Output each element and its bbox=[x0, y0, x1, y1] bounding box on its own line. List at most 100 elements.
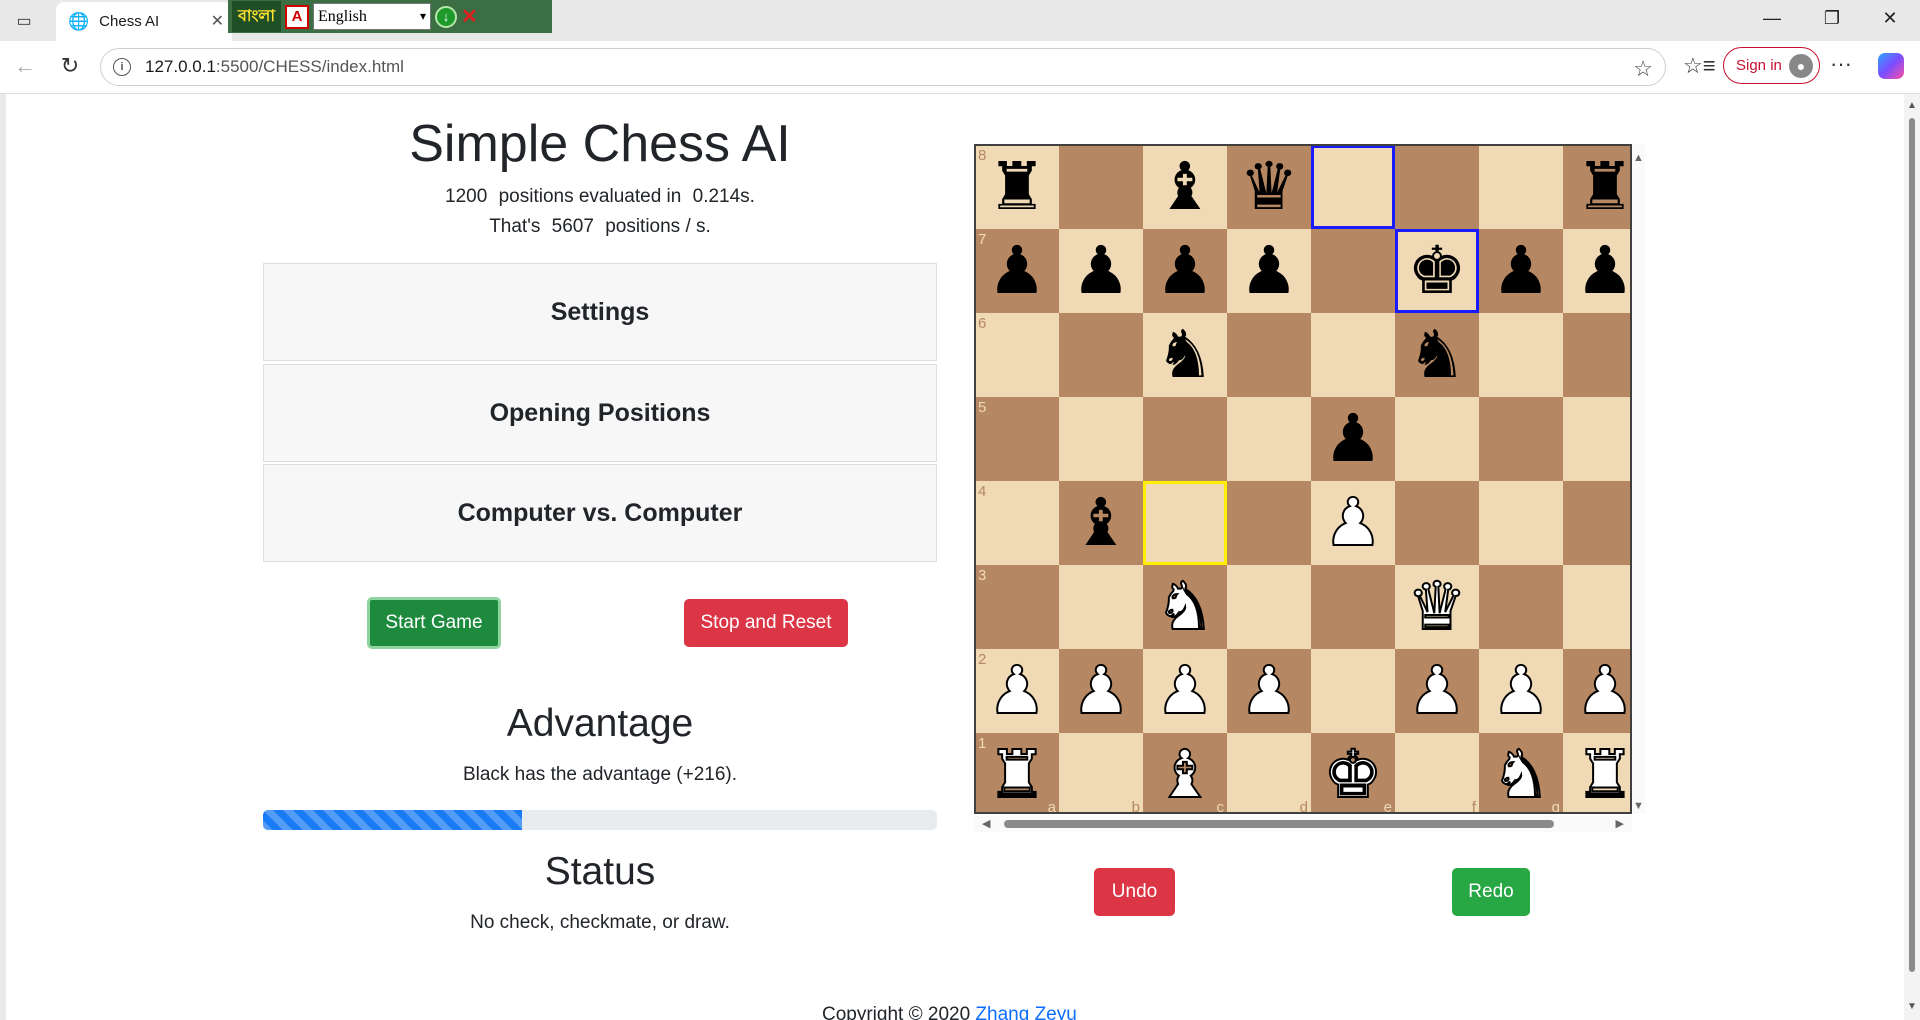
white-knight-piece[interactable]: ♞ bbox=[1479, 733, 1563, 812]
white-pawn-piece[interactable]: ♟ bbox=[1143, 649, 1227, 733]
opening-positions-accordion[interactable]: Opening Positions bbox=[263, 364, 937, 462]
page-scroll-thumb[interactable] bbox=[1909, 118, 1915, 972]
square-h6[interactable] bbox=[1563, 313, 1630, 397]
square-d4[interactable] bbox=[1227, 481, 1311, 565]
square-f7[interactable]: ♚ bbox=[1395, 229, 1479, 313]
undo-button[interactable]: Undo bbox=[1094, 868, 1175, 916]
white-pawn-piece[interactable]: ♟ bbox=[1395, 649, 1479, 733]
white-pawn-piece[interactable]: ♟ bbox=[1227, 649, 1311, 733]
square-c6[interactable]: ♞ bbox=[1143, 313, 1227, 397]
scroll-right-icon[interactable]: ▶ bbox=[1616, 817, 1624, 830]
square-c5[interactable] bbox=[1143, 397, 1227, 481]
square-b3[interactable] bbox=[1059, 565, 1143, 649]
board-horizontal-scrollbar[interactable]: ◀ ▶ bbox=[974, 816, 1632, 832]
back-icon[interactable]: ← bbox=[10, 53, 40, 79]
square-e2[interactable] bbox=[1311, 649, 1395, 733]
square-f1[interactable]: f bbox=[1395, 733, 1479, 812]
square-c8[interactable]: ♝ bbox=[1143, 146, 1227, 229]
download-icon[interactable]: ↓ bbox=[435, 5, 457, 28]
square-e3[interactable] bbox=[1311, 565, 1395, 649]
white-knight-piece[interactable]: ♞ bbox=[1143, 565, 1227, 649]
black-pawn-piece[interactable]: ♟ bbox=[1311, 397, 1395, 481]
close-tab-icon[interactable]: ✕ bbox=[211, 11, 224, 31]
scroll-up-icon[interactable]: ▲ bbox=[1633, 152, 1644, 164]
white-pawn-piece[interactable]: ♟ bbox=[976, 649, 1059, 733]
ime-bangla-logo[interactable]: বাংলা bbox=[232, 1, 281, 32]
square-g3[interactable] bbox=[1479, 565, 1563, 649]
black-bishop-piece[interactable]: ♝ bbox=[1143, 146, 1227, 229]
tab-actions-icon[interactable]: ▭ bbox=[12, 10, 36, 32]
square-a8[interactable]: 8 ♜ bbox=[976, 146, 1059, 229]
square-a2[interactable]: 2 ♟ bbox=[976, 649, 1059, 733]
black-pawn-piece[interactable]: ♟ bbox=[976, 229, 1059, 313]
black-pawn-piece[interactable]: ♟ bbox=[1059, 229, 1143, 313]
favorites-icon[interactable]: ☆≡ bbox=[1683, 53, 1716, 79]
square-e5[interactable]: ♟ bbox=[1311, 397, 1395, 481]
square-h4[interactable] bbox=[1563, 481, 1630, 565]
square-g1[interactable]: g ♞ bbox=[1479, 733, 1563, 812]
square-d5[interactable] bbox=[1227, 397, 1311, 481]
page-scrollbar[interactable]: ▲ ▼ bbox=[1904, 94, 1920, 1020]
square-g6[interactable] bbox=[1479, 313, 1563, 397]
square-f6[interactable]: ♞ bbox=[1395, 313, 1479, 397]
black-pawn-piece[interactable]: ♟ bbox=[1563, 229, 1630, 313]
square-g7[interactable]: ♟ bbox=[1479, 229, 1563, 313]
redo-button[interactable]: Redo bbox=[1452, 868, 1530, 916]
board-vertical-scrollbar[interactable]: ▲ ▼ bbox=[1632, 144, 1645, 814]
reload-icon[interactable]: ↻ bbox=[55, 53, 85, 79]
white-rook-piece[interactable]: ♜ bbox=[1563, 733, 1630, 812]
black-king-piece[interactable]: ♚ bbox=[1395, 229, 1479, 313]
board-scroll-thumb[interactable] bbox=[1004, 820, 1554, 828]
square-d7[interactable]: ♟ bbox=[1227, 229, 1311, 313]
scroll-left-icon[interactable]: ◀ bbox=[982, 817, 990, 830]
square-d1[interactable]: d bbox=[1227, 733, 1311, 812]
square-f3[interactable]: ♛ bbox=[1395, 565, 1479, 649]
square-h5[interactable] bbox=[1563, 397, 1630, 481]
browser-tab[interactable]: 🌐 Chess AI ✕ bbox=[56, 2, 232, 41]
square-e6[interactable] bbox=[1311, 313, 1395, 397]
black-pawn-piece[interactable]: ♟ bbox=[1227, 229, 1311, 313]
url-input[interactable]: i 127.0.0.1:5500/CHESS/index.html ☆ bbox=[100, 48, 1666, 86]
square-a7[interactable]: 7 ♟ bbox=[976, 229, 1059, 313]
ime-language-select[interactable]: English ▾ bbox=[313, 3, 431, 30]
square-f5[interactable] bbox=[1395, 397, 1479, 481]
square-g8[interactable] bbox=[1479, 146, 1563, 229]
square-c2[interactable]: ♟ bbox=[1143, 649, 1227, 733]
settings-accordion[interactable]: Settings bbox=[263, 263, 937, 361]
minimize-icon[interactable]: — bbox=[1752, 8, 1792, 29]
chessboard[interactable]: 8 ♜ ♝ ♛ ♜ 7 ♟ ♟ ♟ ♟ ♚ ♟ ♟ 6 ♞ ♞ 5 ♟ 4 ♝ ♟ 3 ♞ ♛ 2 ♟ ♟ ♟ ♟ ♟ ♟ ♟ 1 a ♜ b c ♝ d e… bbox=[974, 144, 1632, 814]
white-pawn-piece[interactable]: ♟ bbox=[1059, 649, 1143, 733]
square-e1[interactable]: e ♚ bbox=[1311, 733, 1395, 812]
square-a3[interactable]: 3 bbox=[976, 565, 1059, 649]
square-c3[interactable]: ♞ bbox=[1143, 565, 1227, 649]
square-e7[interactable] bbox=[1311, 229, 1395, 313]
square-d2[interactable]: ♟ bbox=[1227, 649, 1311, 733]
square-h7[interactable]: ♟ bbox=[1563, 229, 1630, 313]
white-king-piece[interactable]: ♚ bbox=[1311, 733, 1395, 812]
favorite-star-icon[interactable]: ☆ bbox=[1633, 56, 1653, 82]
white-pawn-piece[interactable]: ♟ bbox=[1563, 649, 1630, 733]
square-e8[interactable] bbox=[1311, 146, 1395, 229]
close-ime-icon[interactable]: ✕ bbox=[461, 4, 478, 29]
adobe-icon[interactable]: A bbox=[285, 4, 309, 29]
square-h3[interactable] bbox=[1563, 565, 1630, 649]
square-h1[interactable]: h♜ bbox=[1563, 733, 1630, 812]
square-f4[interactable] bbox=[1395, 481, 1479, 565]
square-f2[interactable]: ♟ bbox=[1395, 649, 1479, 733]
square-c4[interactable] bbox=[1143, 481, 1227, 565]
square-c1[interactable]: c ♝ bbox=[1143, 733, 1227, 812]
white-bishop-piece[interactable]: ♝ bbox=[1143, 733, 1227, 812]
square-c7[interactable]: ♟ bbox=[1143, 229, 1227, 313]
black-knight-piece[interactable]: ♞ bbox=[1395, 313, 1479, 397]
square-b6[interactable] bbox=[1059, 313, 1143, 397]
black-bishop-piece[interactable]: ♝ bbox=[1059, 481, 1143, 565]
square-a4[interactable]: 4 bbox=[976, 481, 1059, 565]
square-d3[interactable] bbox=[1227, 565, 1311, 649]
square-b8[interactable] bbox=[1059, 146, 1143, 229]
page-scroll-down-icon[interactable]: ▼ bbox=[1907, 1001, 1917, 1012]
square-h8[interactable]: ♜ bbox=[1563, 146, 1630, 229]
square-a6[interactable]: 6 bbox=[976, 313, 1059, 397]
square-g2[interactable]: ♟ bbox=[1479, 649, 1563, 733]
stop-reset-button[interactable]: Stop and Reset bbox=[684, 599, 848, 647]
computer-vs-computer-accordion[interactable]: Computer vs. Computer bbox=[263, 464, 937, 562]
